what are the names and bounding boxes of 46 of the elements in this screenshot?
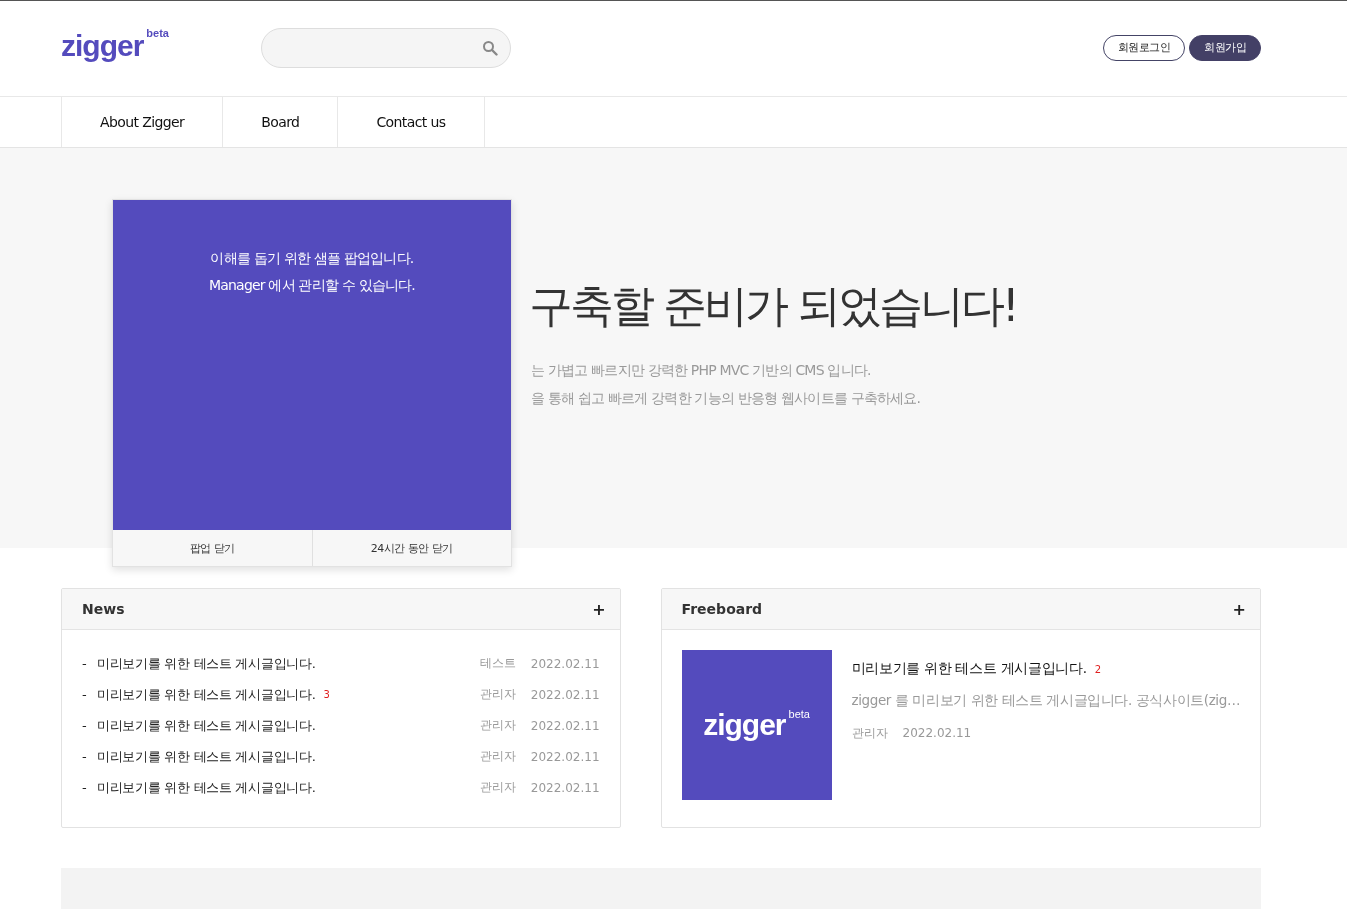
search-field[interactable] [261, 27, 511, 68]
nav-link[interactable]: Contact us [338, 97, 485, 147]
list-bullet: - [82, 656, 88, 671]
popup-text: 이해를 돕기 위한 샘플 팝업입니다. [209, 250, 415, 268]
search-icon[interactable] [482, 39, 498, 56]
post-link[interactable]: 미리보기를 위한 테스트 게시글입니다. [97, 747, 316, 766]
post-author: 관리자 [479, 717, 516, 734]
post-thumbnail[interactable]: zigger$^{beta}$ [681, 650, 832, 800]
more-link[interactable]: + [1232, 599, 1246, 619]
list-bullet: - [82, 749, 88, 764]
hero-text: 을 통해 쉽고 빠르게 강력한 기능의 반응형 웹사이트를 구축하세요. [531, 389, 922, 408]
list-bullet: - [82, 718, 88, 733]
post-date: 2022.02.11 [530, 718, 600, 733]
post-date: 2022.02.11 [530, 749, 600, 764]
post-author: 관리자 [479, 748, 516, 765]
card-title: Freeboard [681, 601, 763, 617]
post-author: 테스트 [479, 655, 516, 672]
card-title: News [82, 601, 125, 617]
post-link[interactable]: 미리보기를 위한 테스트 게시글입니다. [97, 716, 316, 735]
post-link[interactable]: 미리보기를 위한 테스트 게시글입니다. [97, 778, 316, 797]
post-link[interactable]: 미리보기를 위한 테스트 게시글입니다. [851, 660, 1087, 678]
signup-button[interactable]: 회원가입 [1189, 34, 1261, 61]
comment-count: 2 [1094, 663, 1102, 675]
list-bullet: - [82, 780, 88, 795]
hero-title: 구축할 준비가 되었습니다! [529, 278, 1017, 333]
hero-text: 는 가볍고 빠르지만 강력한 PHP MVC 기반의 CMS 입니다. [531, 361, 872, 380]
site-logo[interactable]: zigger$^{beta}$ [61, 28, 261, 63]
post-link[interactable]: 미리보기를 위한 테스트 게시글입니다. [97, 654, 316, 673]
popup-text: Manager 에서 관리할 수 있습니다. [208, 277, 416, 295]
post-excerpt: zigger 를 미리보기 위한 테스트 게시글입니다. 공식사이트(zig… [851, 692, 1240, 710]
post-date: 2022.02.11 [530, 656, 600, 671]
post-author: 관리자 [479, 686, 516, 703]
post-author: 관리자 [479, 779, 516, 796]
comment-count: 3 [323, 689, 330, 700]
post-author: 관리자 [851, 726, 888, 740]
more-link[interactable]: + [592, 599, 606, 619]
nav-link[interactable]: About Zigger [62, 97, 224, 147]
list-bullet: - [82, 687, 88, 702]
popup-close-button[interactable]: 24시간 동안 닫기 [311, 530, 511, 566]
post-date: 2022.02.11 [902, 726, 972, 740]
popup-close-button[interactable]: 팝업 닫기 [113, 530, 312, 566]
post-link[interactable]: 미리보기를 위한 테스트 게시글입니다. [97, 685, 316, 704]
post-date: 2022.02.11 [530, 780, 600, 795]
post-date: 2022.02.11 [530, 687, 600, 702]
nav-link[interactable]: Board [223, 97, 339, 147]
login-button[interactable]: 회원로그인 [1102, 34, 1185, 61]
